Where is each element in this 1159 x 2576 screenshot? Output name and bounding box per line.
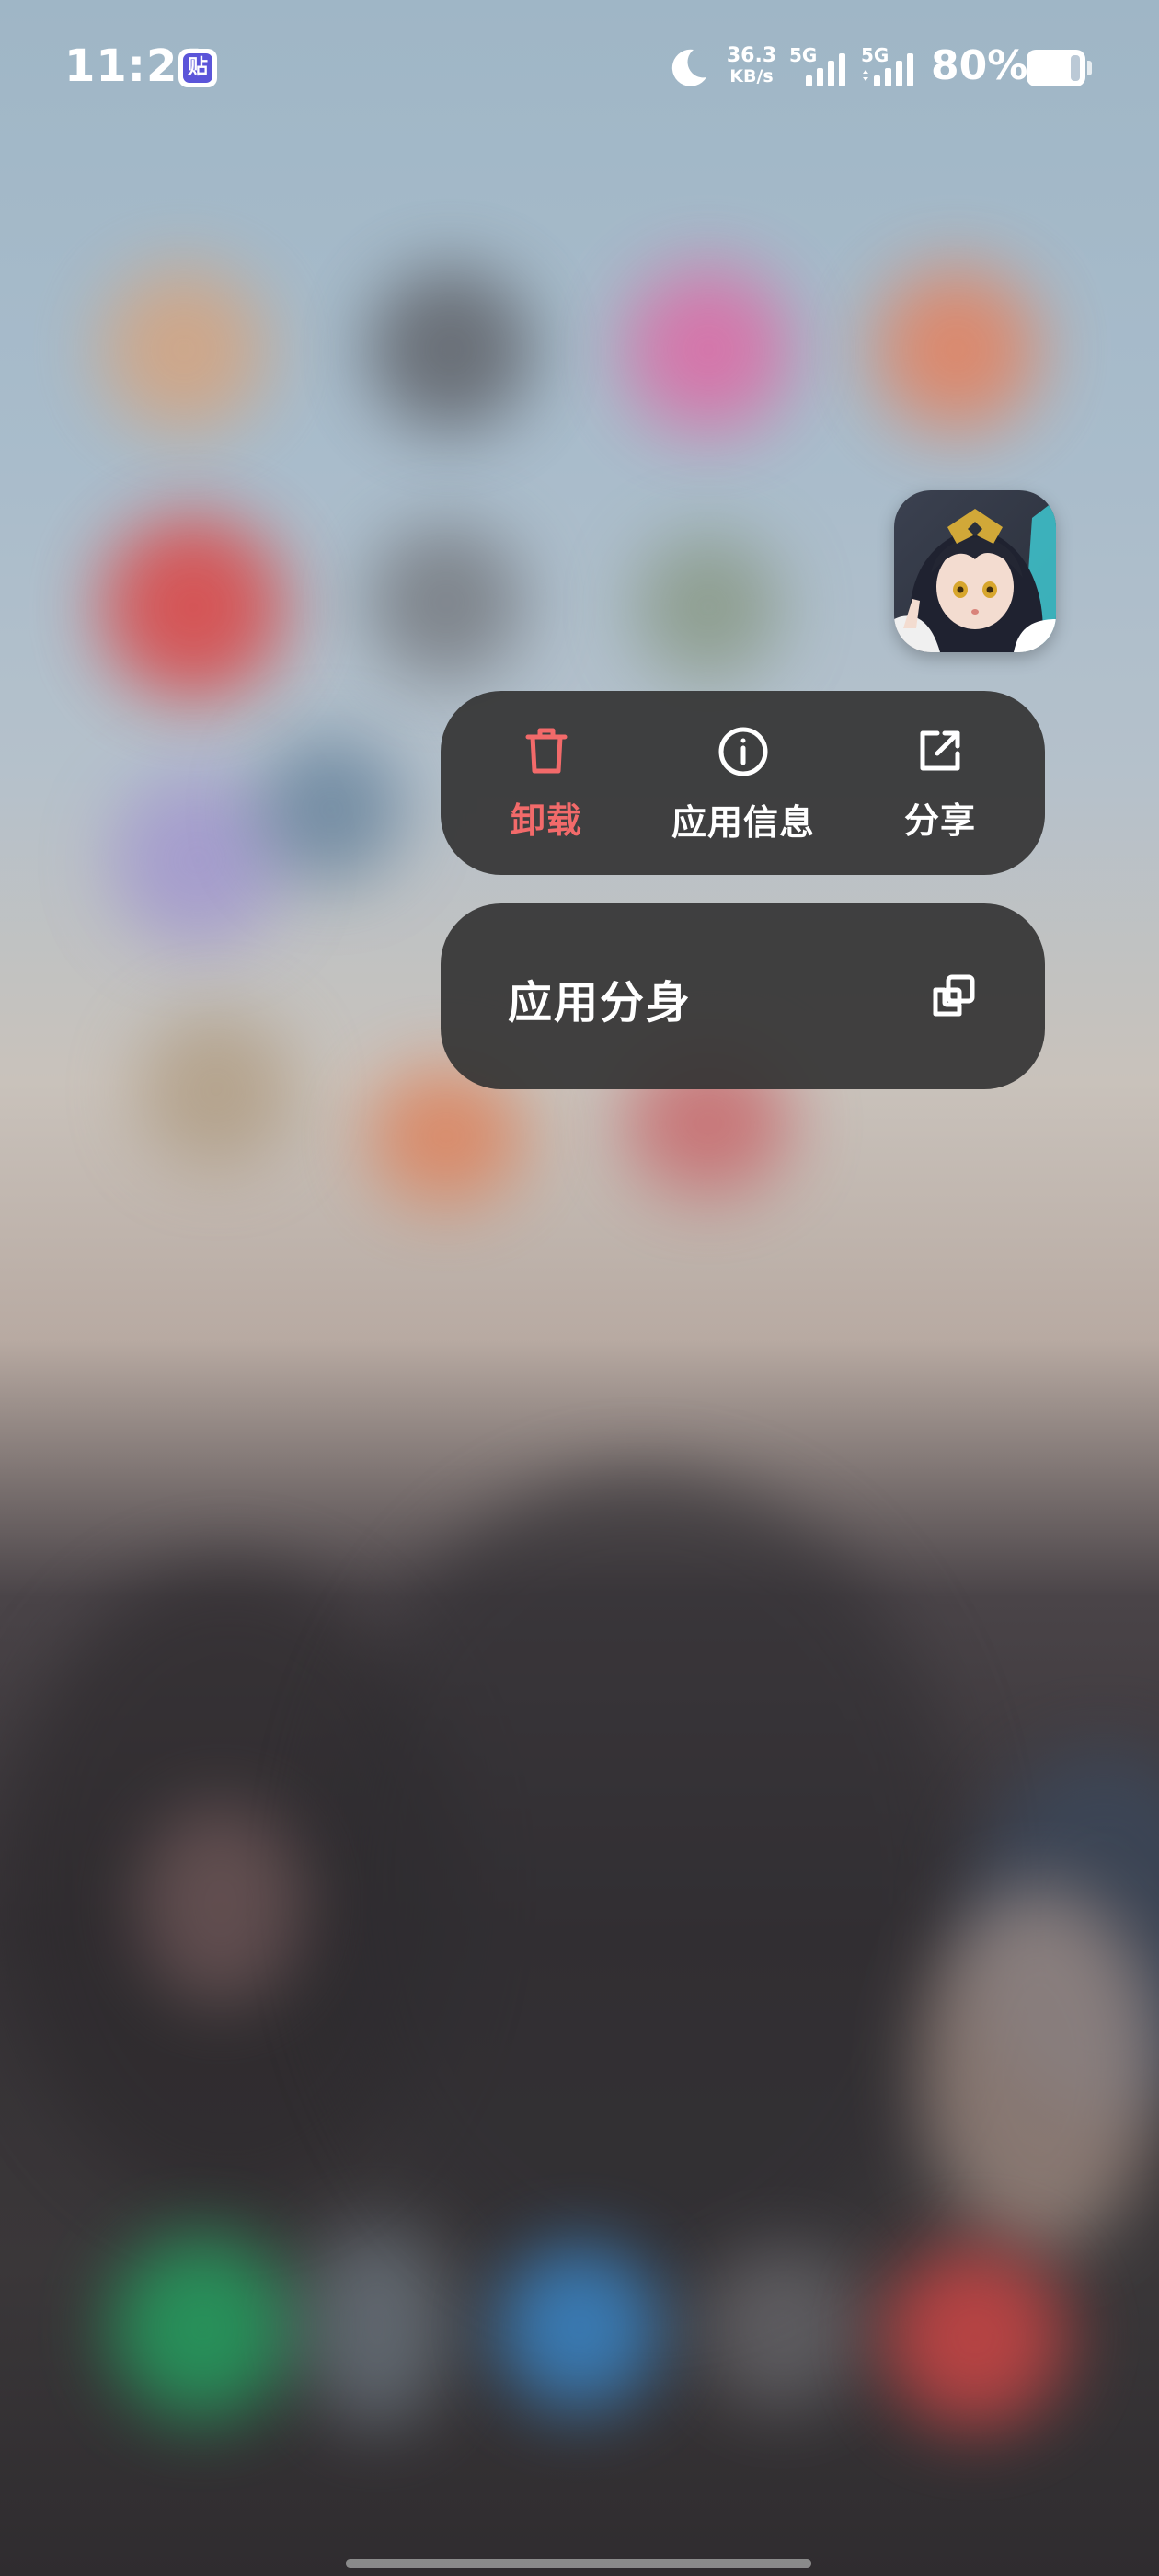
clone-icon (933, 974, 975, 1017)
uninstall-button[interactable]: 卸载 (454, 691, 638, 875)
network-speed-value: 36.3 (726, 44, 777, 67)
app-clone-label: 应用分身 (508, 977, 693, 1029)
signal-icon (806, 53, 845, 86)
app-icon-anime-character[interactable] (894, 490, 1056, 652)
uninstall-label: 卸载 (510, 800, 582, 841)
battery-tip (1087, 61, 1092, 75)
share-icon (920, 730, 960, 771)
home-indicator[interactable] (346, 2559, 811, 2568)
info-icon (718, 727, 768, 776)
trash-icon (525, 728, 568, 774)
battery-percent: 80% (931, 42, 1028, 89)
network-speed: 36.3 KB/s (723, 44, 780, 87)
battery-icon (1027, 50, 1085, 86)
status-bar: 11:21 贴 36.3 KB/s 5G 5G 80% (0, 0, 1159, 138)
battery-empty-portion (1071, 55, 1080, 81)
sticker-app-icon: 贴 (178, 49, 217, 87)
home-screen: 11:21 贴 36.3 KB/s 5G 5G 80% 卸载 应用信息 分享 应… (0, 0, 1159, 2576)
moon-icon (671, 49, 706, 86)
quick-actions-menu: 卸载 应用信息 分享 (441, 691, 1045, 875)
app-info-button[interactable]: 应用信息 (651, 691, 835, 875)
share-label: 分享 (903, 800, 976, 841)
signal-icon (863, 53, 913, 86)
app-info-label: 应用信息 (671, 802, 815, 843)
sticker-badge-label: 贴 (183, 53, 212, 83)
share-button[interactable]: 分享 (848, 691, 1032, 875)
anime-character-icon (894, 490, 1056, 652)
app-clone-button[interactable]: 应用分身 (441, 903, 1045, 1089)
network-speed-unit: KB/s (729, 66, 774, 86)
